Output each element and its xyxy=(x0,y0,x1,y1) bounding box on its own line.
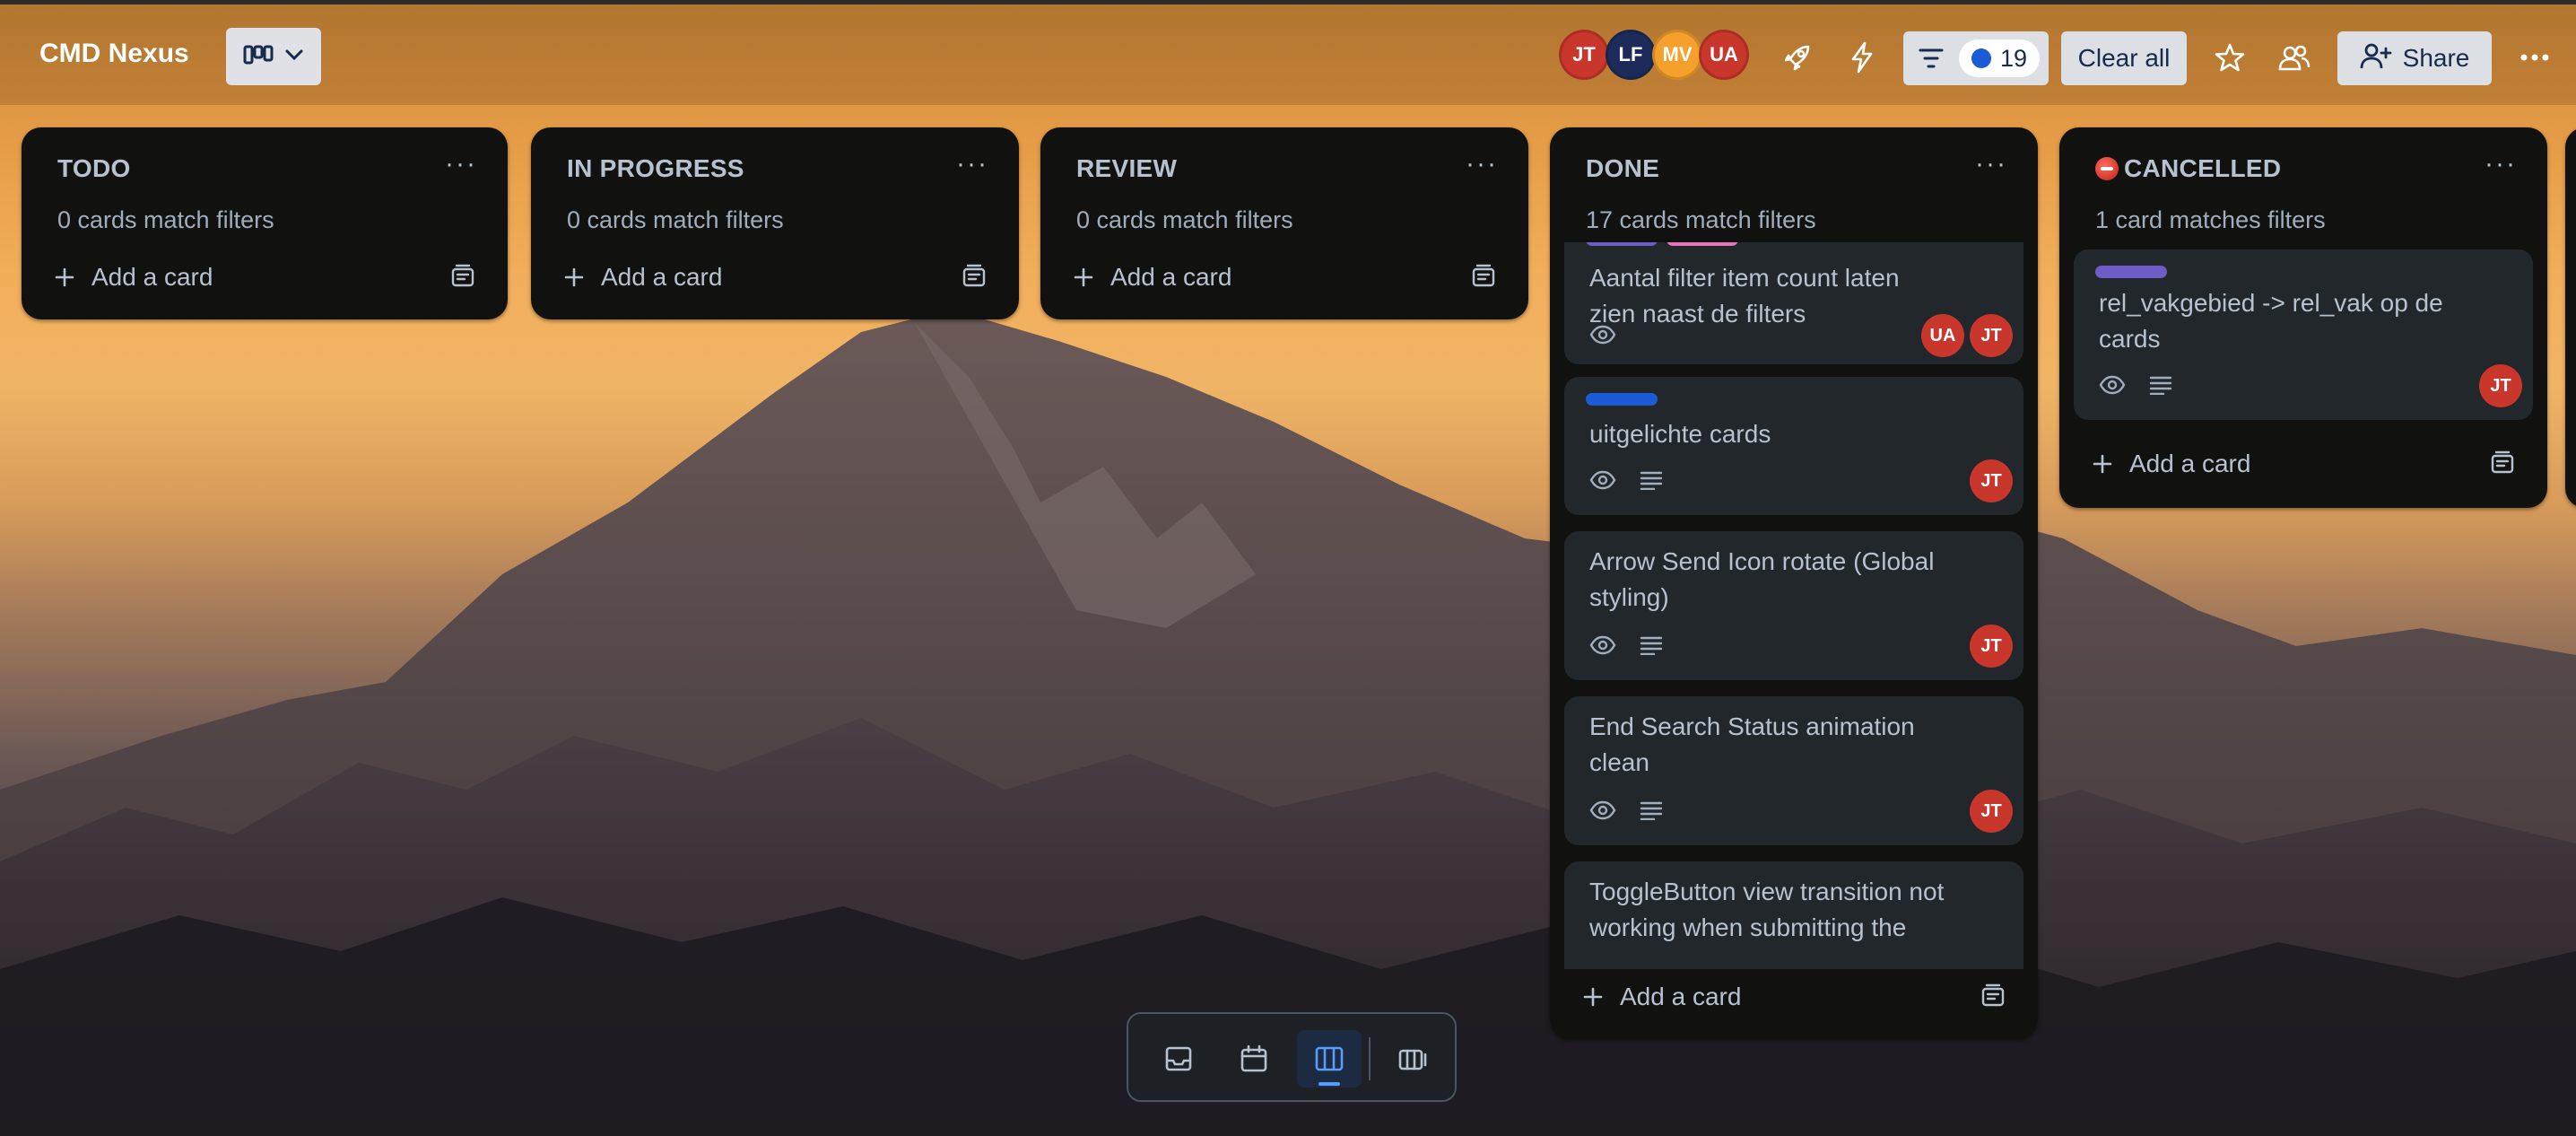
add-card-button[interactable]: Add a card xyxy=(54,255,213,300)
list-title[interactable]: DONE xyxy=(1586,154,1659,183)
add-card-button[interactable]: Add a card xyxy=(1582,974,1741,1019)
board-icon xyxy=(1315,1046,1344,1071)
eye-icon xyxy=(1589,470,1616,490)
description-icon xyxy=(2149,376,2172,395)
card-member-avatar[interactable]: JT xyxy=(1970,625,2013,668)
board-header: CMD Nexus JT LF MV UA 19 Clear all Share xyxy=(0,4,2576,105)
card-title: uitgelichte cards xyxy=(1589,420,1771,448)
list-menu-more-icon[interactable]: ··· xyxy=(1466,149,1498,179)
template-icon[interactable] xyxy=(2488,449,2517,477)
list-partial xyxy=(2565,127,2576,508)
member-avatar[interactable]: MV xyxy=(1652,30,1702,80)
view-switcher-button[interactable] xyxy=(226,28,321,85)
switch-boards-button[interactable] xyxy=(1381,1030,1446,1088)
card-title: rel_vakgebied -> rel_vak op de cards xyxy=(2099,289,2443,353)
add-person-icon xyxy=(2360,41,2392,76)
template-icon[interactable] xyxy=(1469,262,1498,291)
list-title[interactable]: REVIEW xyxy=(1076,154,1177,183)
card[interactable]: rel_vakgebied -> rel_vak op de cards JT xyxy=(2074,249,2533,420)
chevron-down-icon xyxy=(284,48,304,66)
plus-icon xyxy=(564,267,584,287)
card-member-avatar[interactable]: JT xyxy=(2479,364,2522,407)
template-icon[interactable] xyxy=(448,262,477,291)
member-avatar[interactable]: LF xyxy=(1606,30,1656,80)
planner-button[interactable] xyxy=(1222,1030,1286,1088)
filter-button[interactable]: 19 xyxy=(1903,31,2049,85)
member-avatar[interactable]: UA xyxy=(1699,30,1749,80)
stop-sign-icon xyxy=(2095,157,2119,180)
card-member-avatar[interactable]: UA xyxy=(1921,314,1964,357)
list-menu-more-icon[interactable]: ··· xyxy=(445,149,477,179)
list-menu-more-icon[interactable]: ··· xyxy=(1975,149,2007,179)
eye-icon xyxy=(1589,800,1616,820)
template-icon[interactable] xyxy=(960,262,988,291)
list-filter-count: 1 card matches filters xyxy=(2095,206,2326,233)
list-review: REVIEW ··· 0 cards match filters Add a c… xyxy=(1040,127,1528,319)
add-card-button[interactable]: Add a card xyxy=(2092,441,2250,486)
description-icon xyxy=(1640,471,1663,490)
eye-icon xyxy=(1589,325,1616,345)
card-label[interactable] xyxy=(1667,242,1738,246)
card-member-avatar[interactable]: JT xyxy=(1970,459,2013,502)
eye-icon xyxy=(2099,375,2126,395)
list-cancelled: CANCELLED ··· 1 card matches filters rel… xyxy=(2059,127,2547,508)
list-title[interactable]: CANCELLED xyxy=(2095,154,2281,183)
inbox-icon xyxy=(1165,1046,1192,1071)
list-done: DONE ··· 17 cards match filters Aantal f… xyxy=(1550,127,2038,1039)
switch-boards-icon xyxy=(1398,1049,1427,1070)
list-filter-count: 0 cards match filters xyxy=(1076,206,1293,233)
card[interactable]: Arrow Send Icon rotate (Global styling) … xyxy=(1564,531,2023,680)
plus-icon xyxy=(55,267,74,287)
eye-icon xyxy=(1589,635,1616,655)
board-title[interactable]: CMD Nexus xyxy=(39,39,189,69)
card-label[interactable] xyxy=(2095,266,2167,278)
card-member-avatar[interactable]: JT xyxy=(1970,314,2013,357)
plus-icon xyxy=(2093,454,2112,474)
template-icon[interactable] xyxy=(1979,982,2007,1010)
filter-count-badge: 19 xyxy=(1959,39,2040,77)
list-filter-count: 17 cards match filters xyxy=(1586,206,1816,233)
list-todo: TODO ··· 0 cards match filters Add a car… xyxy=(22,127,508,319)
card-member-avatar[interactable]: JT xyxy=(1970,790,2013,833)
share-button[interactable]: Share xyxy=(2337,31,2492,85)
inbox-button[interactable] xyxy=(1146,1030,1211,1088)
list-filter-count: 0 cards match filters xyxy=(567,206,784,233)
card-title: ToggleButton view transition not working… xyxy=(1589,878,1945,941)
view-switcher-bar xyxy=(1127,1012,1457,1102)
list-menu-more-icon[interactable]: ··· xyxy=(2485,149,2517,179)
card[interactable]: ToggleButton view transition not working… xyxy=(1564,861,2023,969)
member-avatar[interactable]: JT xyxy=(1559,30,1609,80)
rocket-icon[interactable] xyxy=(1772,32,1823,83)
filter-icon xyxy=(1918,46,1945,75)
clear-all-button[interactable]: Clear all xyxy=(2061,31,2187,85)
list-filter-count: 0 cards match filters xyxy=(57,206,274,233)
description-icon xyxy=(1640,636,1663,655)
list-title[interactable]: IN PROGRESS xyxy=(567,154,744,183)
card[interactable]: uitgelichte cards JT xyxy=(1564,377,2023,515)
visibility-icon[interactable] xyxy=(2269,32,2319,83)
lightning-icon[interactable] xyxy=(1837,32,1887,83)
description-icon xyxy=(1640,801,1663,820)
add-card-button[interactable]: Add a card xyxy=(563,255,722,300)
board-view-icon xyxy=(243,44,274,70)
card-list-scroll[interactable]: Aantal filter item count laten zien naas… xyxy=(1550,242,2038,969)
list-menu-more-icon[interactable]: ··· xyxy=(956,149,988,179)
card-label[interactable] xyxy=(1586,393,1658,406)
card-label[interactable] xyxy=(1586,242,1658,246)
card-title: Aantal filter item count laten zien naas… xyxy=(1589,264,1900,328)
star-icon[interactable] xyxy=(2205,32,2255,83)
card-title: Arrow Send Icon rotate (Global styling) xyxy=(1589,547,1935,611)
add-card-button[interactable]: Add a card xyxy=(1073,255,1231,300)
card-title: End Search Status animation clean xyxy=(1589,712,1915,776)
board-button[interactable] xyxy=(1297,1030,1362,1088)
calendar-icon xyxy=(1240,1044,1267,1072)
plus-icon xyxy=(1583,987,1603,1007)
card[interactable]: End Search Status animation clean JT xyxy=(1564,696,2023,845)
list-in-progress: IN PROGRESS ··· 0 cards match filters Ad… xyxy=(531,127,1019,319)
plus-icon xyxy=(1074,267,1093,287)
list-title[interactable]: TODO xyxy=(57,154,131,183)
more-icon[interactable] xyxy=(2510,32,2560,83)
card[interactable]: Aantal filter item count laten zien naas… xyxy=(1564,242,2023,364)
